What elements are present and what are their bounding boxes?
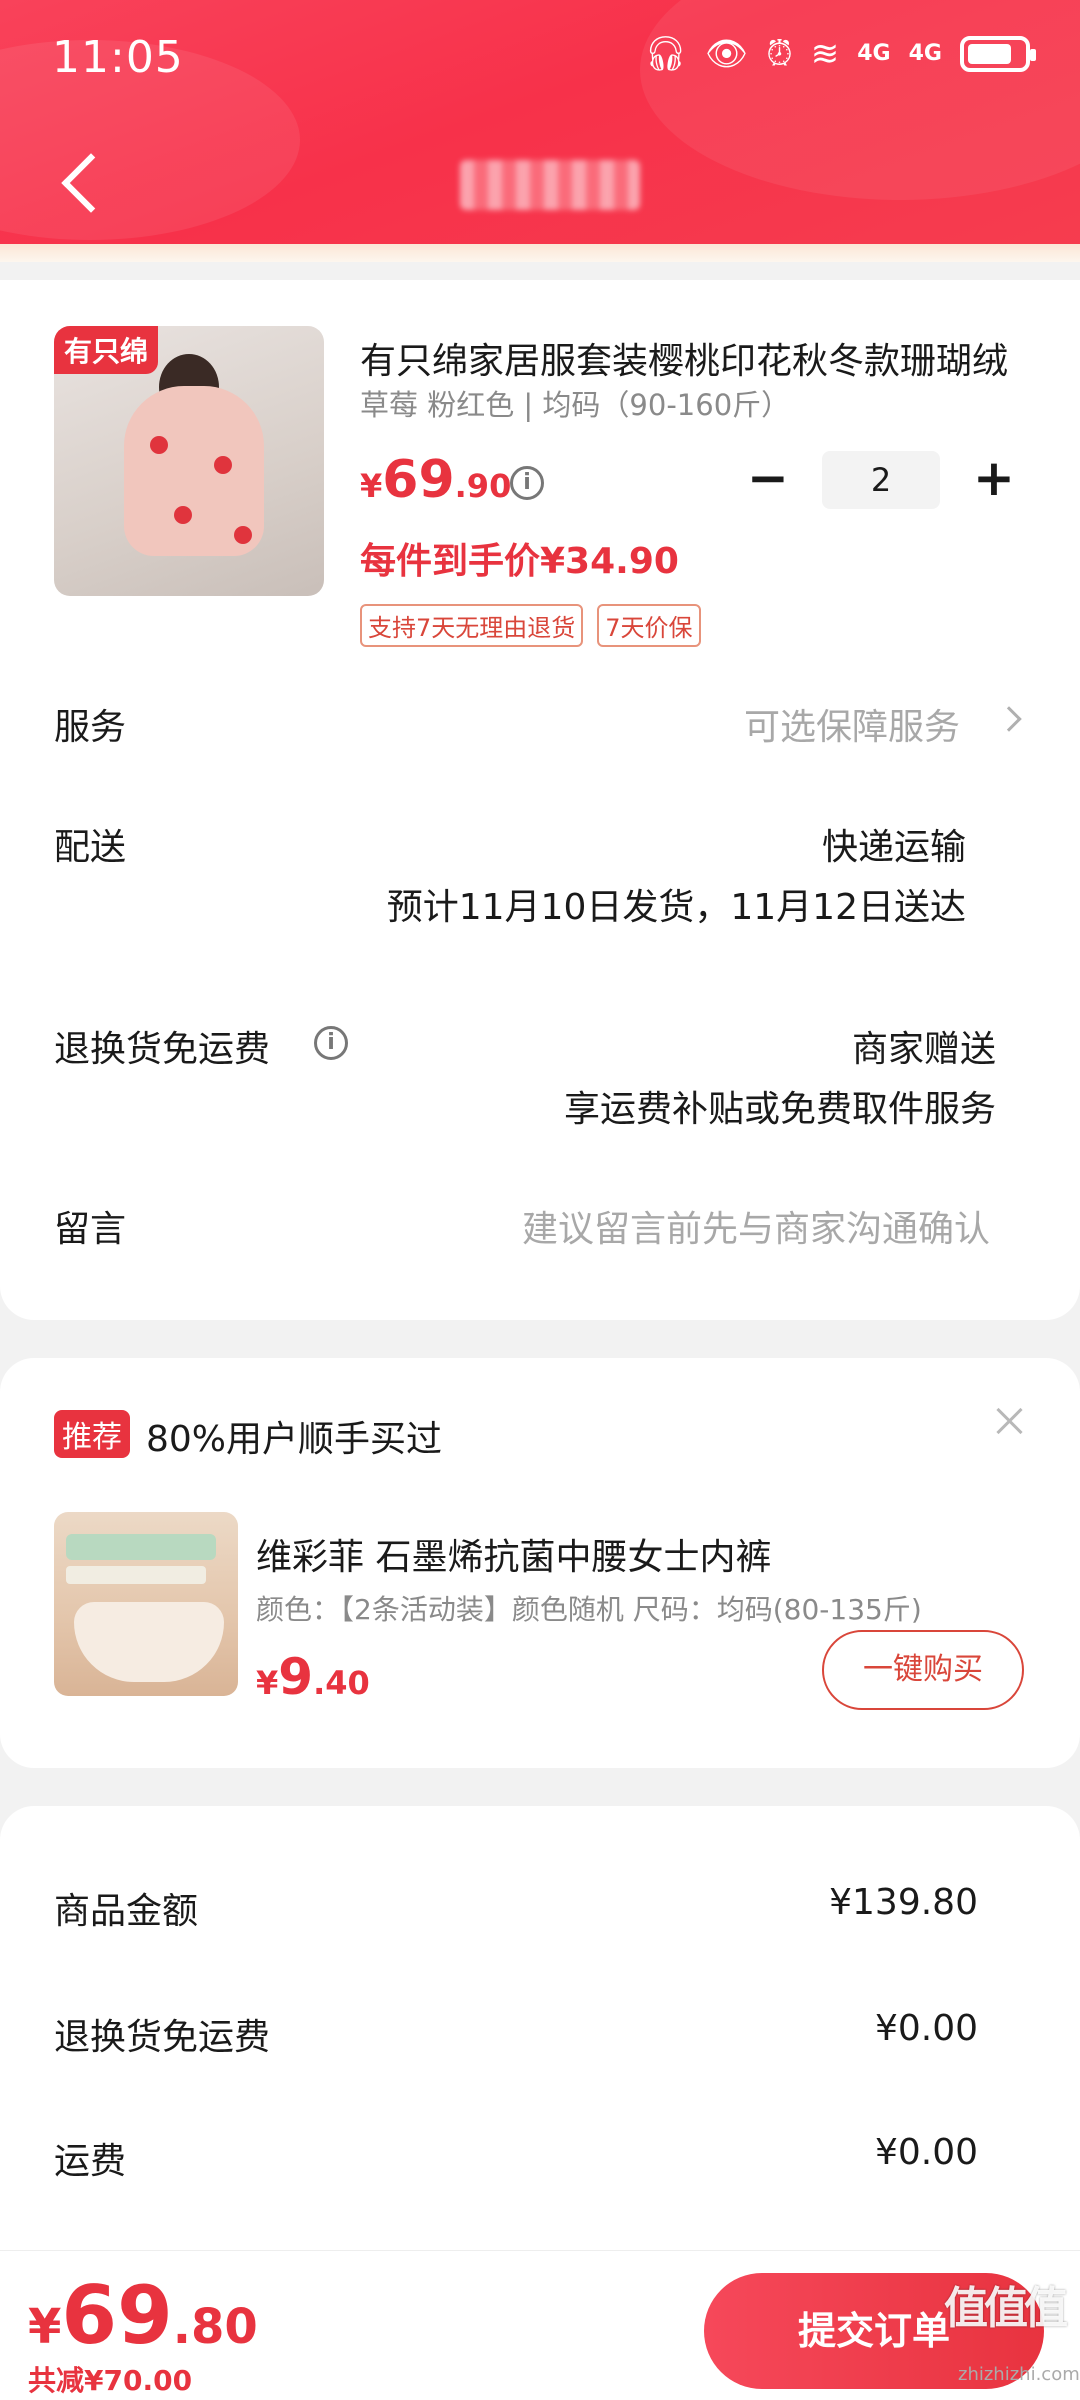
return-badge: 支持7天无理由退货 [360,604,584,647]
product-title: 有只绵家居服套装樱桃印花秋冬款珊瑚绒 [360,341,1009,382]
return-shipping-sub: 享运费补贴或免费取件服务 [563,1089,996,1130]
total-price: ¥69.80 [28,2269,258,2362]
return-shipping-label: 退换货免运费 [54,1029,271,1070]
watermark-url: zhizhizhi.com [958,2364,1080,2385]
wifi-icon: ≋ [810,34,840,74]
return-info-icon[interactable]: i [314,1026,348,1060]
back-arrow-icon[interactable] [56,150,106,220]
recommend-title: 80%用户顺手买过 [146,1419,443,1460]
minus-button[interactable]: − [738,450,798,510]
delivery-label: 配送 [54,827,127,868]
chevron-right-icon [996,706,1022,732]
service-row[interactable]: 服务 可选保障服务 [0,698,1080,798]
status-bar: 11:05 🎧︎ 👁︎ ⏰︎ ≋ 4G 4G [0,0,1080,110]
quantity-stepper: − 2 + [738,450,1024,510]
close-icon[interactable] [992,1404,1028,1440]
header-strip [0,244,1080,262]
summary-value: ¥139.80 [829,1882,978,1923]
summary-row: 运费 ¥0.00 [0,2132,1080,2192]
total-discount: 共减¥70.00 [28,2364,193,2397]
summary-value: ¥0.00 [874,2132,978,2173]
battery-icon [960,36,1036,72]
recommend-card: 推荐 80%用户顺手买过 维彩菲 石墨烯抗菌中腰女士内裤 颜色：【2条活动装】颜… [0,1358,1080,1768]
product-spec: 草莓 粉红色 | 均码（90-160斤） [360,388,791,422]
message-label: 留言 [54,1209,127,1250]
nav-bar [0,130,1080,240]
recommend-product-price: ¥9.40 [256,1648,370,1706]
message-row[interactable]: 留言 建议留言前先与商家沟通确认 [0,1200,1080,1280]
delivery-value: 快递运输 [821,827,966,868]
status-time: 11:05 [52,32,184,83]
quantity-value[interactable]: 2 [822,451,940,509]
signal-4g-icon: 4G [908,41,942,66]
checkout-bar: ¥69.80 共减¥70.00 提交订单 [0,2250,1080,2400]
summary-row: 退换货免运费 ¥0.00 [0,2008,1080,2068]
service-label: 服务 [54,707,127,748]
recommend-product-image[interactable] [54,1512,238,1696]
summary-label: 退换货免运费 [54,2017,271,2058]
summary-row: 商品金额 ¥139.80 [0,1882,1080,1942]
product-price: ¥69.90 [360,450,512,510]
headphones-icon: 🎧︎ [643,34,688,74]
service-value: 可选保障服务 [743,707,960,748]
return-shipping-value: 商家赠送 [851,1029,996,1070]
price-info-icon[interactable]: i [510,466,544,500]
delivery-row[interactable]: 配送 快递运输 预计11月10日发货，11月12日送达 [0,818,1080,938]
watermark-logo: 值值值 [944,2283,1068,2334]
recommend-product-spec: 颜色：【2条活动装】颜色随机 尺码：均码(80-135斤) [256,1593,922,1626]
page-title-blurred [460,160,640,210]
per-item-price: 每件到手价¥34.90 [360,541,679,582]
order-item-card: 有只绵 有只绵家居服套装樱桃印花秋冬款珊瑚绒 草莓 粉红色 | 均码（90-16… [0,280,1080,1320]
shop-tag: 有只绵 [54,326,159,374]
signal-4g-icon: 4G [857,41,891,66]
summary-label: 商品金额 [54,1891,199,1932]
eye-icon: 👁︎ [705,34,749,74]
return-shipping-row: 退换货免运费 i 商家赠送 享运费补贴或免费取件服务 [0,1020,1080,1140]
summary-value: ¥0.00 [874,2008,978,2049]
price-protect-badge: 7天价保 [597,604,701,647]
guarantee-badges: 支持7天无理由退货 7天价保 [360,604,701,647]
alarm-icon: ⏰︎ [766,34,793,74]
plus-button[interactable]: + [964,450,1024,510]
product-image[interactable]: 有只绵 [54,326,324,596]
recommend-tag: 推荐 [54,1410,130,1458]
recommend-product-name: 维彩菲 石墨烯抗菌中腰女士内裤 [256,1537,772,1578]
summary-label: 运费 [54,2141,127,2182]
header: 11:05 🎧︎ 👁︎ ⏰︎ ≋ 4G 4G [0,0,1080,262]
delivery-estimate: 预计11月10日发货，11月12日送达 [386,887,966,928]
message-input[interactable]: 建议留言前先与商家沟通确认 [522,1200,990,1252]
status-icons: 🎧︎ 👁︎ ⏰︎ ≋ 4G 4G [643,34,1036,74]
price-summary-card: 商品金额 ¥139.80 退换货免运费 ¥0.00 运费 ¥0.00 [0,1806,1080,2276]
one-click-buy-button[interactable]: 一键购买 [822,1630,1024,1710]
